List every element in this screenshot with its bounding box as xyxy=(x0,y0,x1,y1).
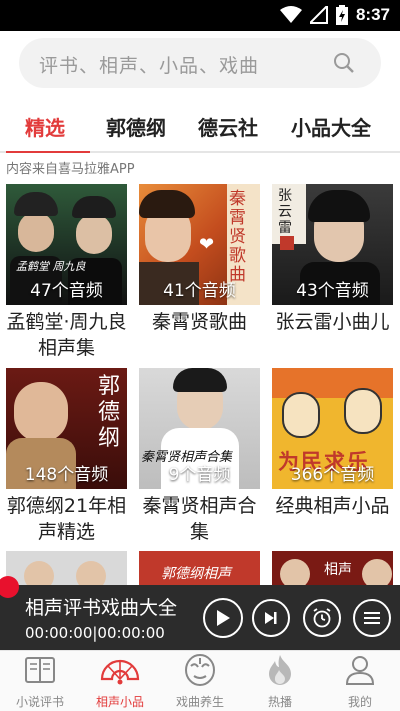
wifi-icon xyxy=(279,6,302,23)
album-card[interactable]: 孟鹤堂 周九良 47个音频 孟鹤堂·周九良 相声集 xyxy=(6,184,127,361)
play-button[interactable] xyxy=(203,598,243,638)
cover-caption: 郭德纲相声 xyxy=(161,566,231,582)
cover-caption: 相声 xyxy=(324,562,352,578)
nav-item-opera[interactable]: 戏曲养生 xyxy=(160,653,240,710)
album-title[interactable]: 秦霄贤相声合集 xyxy=(139,493,260,545)
audio-count: 9个音频 xyxy=(168,465,231,485)
audio-count: 148个音频 xyxy=(24,465,109,485)
player-title[interactable]: 相声评书戏曲大全 xyxy=(25,593,177,620)
fan-icon xyxy=(100,659,140,685)
audio-count: 366个音频 xyxy=(290,465,375,485)
timer-button[interactable] xyxy=(303,599,341,637)
album-title[interactable]: 秦霄贤歌曲 xyxy=(139,309,260,335)
person-icon xyxy=(345,656,375,685)
nav-item-profile[interactable]: 我的 xyxy=(320,653,400,710)
tab-skits[interactable]: 小品大全 xyxy=(291,112,371,141)
album-cover[interactable]: 为民求乐 366个音频 xyxy=(272,368,393,489)
audio-count: 47个音频 xyxy=(30,281,103,301)
search-bar[interactable]: 评书、相声、小品、戏曲 xyxy=(19,38,381,88)
bottom-navigation: 小说评书 相声小品 戏曲养生 热播 我的 xyxy=(0,650,400,711)
cover-caption: 张云雷 xyxy=(278,188,292,236)
nav-item-novels[interactable]: 小说评书 xyxy=(0,653,80,710)
album-title[interactable]: 经典相声小品 xyxy=(272,493,393,519)
flame-icon xyxy=(269,655,291,685)
heart-icon: ❤ xyxy=(199,234,215,255)
nav-label: 热播 xyxy=(267,695,292,709)
album-card[interactable]: 秦霄贤歌曲 ❤ 41个音频 秦霄贤歌曲 xyxy=(139,184,260,335)
album-cover[interactable]: 孟鹤堂 周九良 47个音频 xyxy=(6,184,127,305)
player-time: 00:00:00|00:00:00 xyxy=(25,624,165,642)
album-title[interactable]: 张云雷小曲儿 xyxy=(272,309,393,335)
nav-label: 相声小品 xyxy=(95,695,144,709)
search-icon[interactable] xyxy=(333,52,355,78)
tab-guo-degang[interactable]: 郭德纲 xyxy=(106,112,166,141)
opera-mask-icon xyxy=(185,654,215,686)
menu-list-icon xyxy=(364,612,380,624)
next-button[interactable] xyxy=(252,599,290,637)
album-card[interactable]: 张云雷 43个音频 张云雷小曲儿 xyxy=(272,184,393,335)
skip-next-icon xyxy=(265,612,277,624)
album-card-partial[interactable]: 郭德纲相声 xyxy=(139,551,260,585)
record-dot xyxy=(0,576,19,598)
battery-charging-icon xyxy=(335,5,348,25)
tab-featured[interactable]: 精选 xyxy=(25,112,65,141)
nav-item-crosstalk[interactable]: 相声小品 xyxy=(80,653,160,710)
active-tab-indicator xyxy=(6,151,90,153)
album-cover[interactable]: 秦霄贤歌曲 ❤ 41个音频 xyxy=(139,184,260,305)
album-card[interactable]: 秦霄贤相声合集 9个音频 秦霄贤相声合集 xyxy=(139,368,260,545)
album-card[interactable]: 为民求乐 366个音频 经典相声小品 xyxy=(272,368,393,519)
play-icon xyxy=(217,610,230,626)
album-card-partial[interactable] xyxy=(6,551,127,585)
album-title[interactable]: 郭德纲21年相声精选 xyxy=(6,493,127,545)
seal-stamp xyxy=(280,236,294,250)
mini-player[interactable]: 相声评书戏曲大全 00:00:00|00:00:00 xyxy=(0,576,400,650)
signal-icon xyxy=(309,6,328,24)
nav-label: 小说评书 xyxy=(15,695,64,709)
status-bar: 8:37 xyxy=(0,0,400,31)
audio-count: 41个音频 xyxy=(163,281,236,301)
cover-caption: 秦霄贤歌曲 xyxy=(229,189,246,285)
nav-item-trending[interactable]: 热播 xyxy=(240,653,320,710)
playlist-button[interactable] xyxy=(353,599,391,637)
book-icon xyxy=(25,657,55,683)
album-card[interactable]: 郭德纲 148个音频 郭德纲21年相声精选 xyxy=(6,368,127,545)
album-cover[interactable]: 秦霄贤相声合集 9个音频 xyxy=(139,368,260,489)
tab-deyunshe[interactable]: 德云社 xyxy=(198,112,258,141)
album-card-partial[interactable]: 相声 xyxy=(272,551,393,585)
cover-caption: 郭德纲 xyxy=(98,374,121,451)
alarm-clock-icon xyxy=(313,608,331,628)
clock: 8:37 xyxy=(355,5,390,24)
nav-label: 戏曲养生 xyxy=(175,695,224,709)
album-cover[interactable]: 郭德纲 148个音频 xyxy=(6,368,127,489)
search-placeholder[interactable]: 评书、相声、小品、戏曲 xyxy=(39,51,259,78)
source-note: 内容来自喜马拉雅APP xyxy=(6,162,135,177)
album-title[interactable]: 孟鹤堂·周九良 相声集 xyxy=(6,309,127,361)
audio-count: 43个音频 xyxy=(296,281,369,301)
nav-label: 我的 xyxy=(347,695,372,709)
category-tabs: 精选 郭德纲 德云社 小品大全 xyxy=(0,100,400,150)
album-cover[interactable]: 张云雷 43个音频 xyxy=(272,184,393,305)
cover-caption: 孟鹤堂 周九良 xyxy=(16,260,86,273)
tab-divider xyxy=(0,151,400,153)
